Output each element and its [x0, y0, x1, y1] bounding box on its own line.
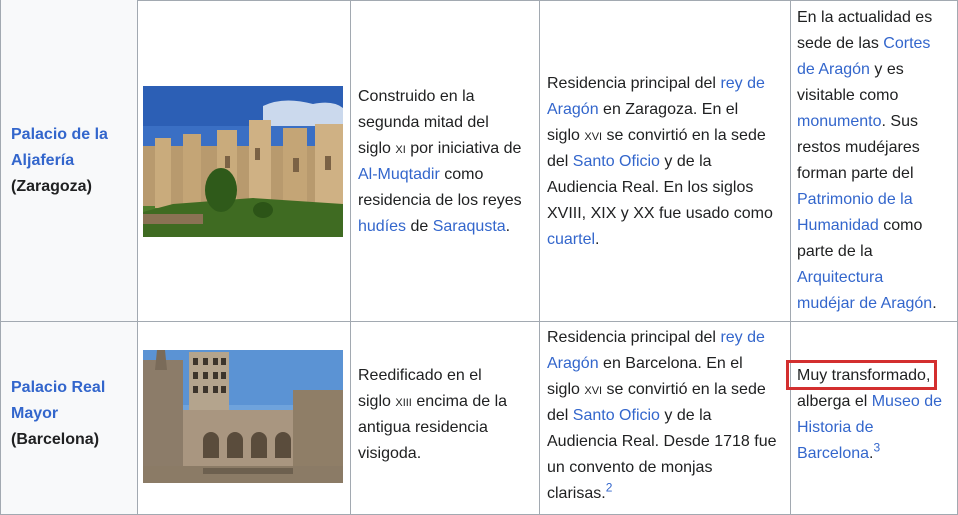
function-cell: Residencia principal del rey de Aragón e… [539, 322, 790, 515]
real-mayor-image [143, 350, 343, 483]
state-cell: En la actualidad es sede de las Cortes d… [790, 0, 958, 322]
hudies-link[interactable]: hudíes [358, 218, 406, 235]
state-line: parte de la [797, 243, 873, 260]
function-cell: Residencia principal del rey de Aragón e… [539, 0, 790, 322]
description-line: siglo xi por iniciativa de [358, 140, 522, 157]
museo-de-historia-link[interactable]: Museo de [872, 393, 942, 410]
mudejar-de-aragon-link[interactable]: mudéjar de Aragón [797, 295, 932, 312]
aragon-link[interactable]: Aragón [547, 101, 599, 118]
state-cell: Muy transformado, alberga el Museo de Hi… [790, 322, 958, 515]
century-numeral: xvi [584, 127, 603, 144]
arquitectura-link[interactable]: Arquitectura [797, 269, 883, 286]
function-line: Residencia principal del rey de [547, 75, 765, 92]
state-line: Barcelona.3 [797, 440, 881, 462]
function-line: Aragón en Barcelona. En el [547, 355, 743, 372]
function-line: del Santo Oficio y de la [547, 407, 712, 424]
state-line: En la actualidad es [797, 9, 933, 26]
function-line: siglo xvi se convirtió en la sede [547, 381, 766, 398]
barcelona-link[interactable]: Barcelona [797, 445, 869, 462]
function-line: XVIII, XIX y XX fue usado como [547, 205, 773, 222]
century-numeral: xi [395, 140, 406, 157]
description-cell: Reedificado en el siglo xiii encima de l… [350, 322, 539, 515]
name-cell: Palacio de la Aljafería (Zaragoza) [0, 0, 137, 322]
state-line: Patrimonio de la [797, 187, 937, 213]
name-cell: Palacio Real Mayor (Barcelona) [0, 322, 137, 515]
century-numeral: xvi [584, 381, 603, 398]
aljaferia-photo[interactable] [143, 86, 343, 237]
cuartel-link[interactable]: cuartel [547, 231, 595, 248]
function-line: Aragón en Zaragoza. En el [547, 101, 739, 118]
palace-link-real-mayor-2[interactable]: Mayor [11, 405, 58, 422]
function-line: Audiencia Real. En los siglos [547, 179, 754, 196]
state-line: de Aragón y es [797, 61, 904, 78]
state-line: mudéjar de Aragón. [797, 295, 937, 312]
image-cell [137, 0, 350, 322]
image-cell [137, 322, 350, 515]
state-line: alberga el Museo de [797, 393, 942, 410]
patrimonio-link[interactable]: Patrimonio de la [797, 191, 913, 208]
aljaferia-image [143, 86, 343, 237]
santo-oficio-link[interactable]: Santo Oficio [573, 153, 660, 170]
palace-link-aljaferia-2[interactable]: Aljafería [11, 152, 74, 169]
humanidad-link[interactable]: Humanidad [797, 217, 879, 234]
rey-de-aragon-link[interactable]: rey de [720, 329, 764, 346]
description-line: visigoda. [358, 445, 422, 462]
function-line: del Santo Oficio y de la [547, 153, 712, 170]
cortes-link[interactable]: Cortes [883, 35, 930, 52]
rey-de-aragon-link[interactable]: rey de [720, 75, 764, 92]
footnote-2-link[interactable]: 2 [606, 481, 613, 495]
description-line: Reedificado en el [358, 367, 482, 384]
function-line: cuartel. [547, 231, 600, 248]
description-line: siglo xiii encima de la [358, 393, 508, 410]
state-line: visitable como [797, 87, 899, 104]
description-line: segunda mitad del [358, 114, 489, 131]
footnote-3-link[interactable]: 3 [874, 441, 881, 455]
state-line: restos mudéjares [797, 139, 920, 156]
location-label: (Barcelona) [11, 431, 100, 448]
function-line: siglo xvi se convirtió en la sede [547, 127, 766, 144]
saraqusta-link[interactable]: Saraqusta [433, 218, 506, 235]
palace-link-real-mayor[interactable]: Palacio Real [11, 379, 105, 396]
description-cell: Construido en la segunda mitad del siglo… [350, 0, 539, 322]
state-line: Humanidad como [797, 217, 923, 234]
description-line: Al-Muqtadir como [358, 166, 484, 183]
aragon-link[interactable]: Aragón [547, 355, 599, 372]
function-line: Residencia principal del rey de [547, 329, 765, 346]
description-line: Construido en la [358, 88, 475, 105]
al-muqtadir-link[interactable]: Al-Muqtadir [358, 166, 440, 183]
cortes-de-aragon-link[interactable]: de Aragón [797, 61, 870, 78]
museo-de-historia-link-2[interactable]: Historia de [797, 419, 873, 436]
state-line: forman parte del [797, 165, 914, 182]
state-line: Arquitectura [797, 265, 937, 291]
location-label: (Zaragoza) [11, 178, 92, 195]
santo-oficio-link[interactable]: Santo Oficio [573, 407, 660, 424]
monuments-table: Palacio de la Aljafería (Zaragoza) Const… [0, 0, 958, 515]
monumento-link[interactable]: monumento [797, 113, 882, 130]
function-line: clarisas.2 [547, 480, 613, 502]
function-line: un convento de monjas [547, 459, 713, 476]
state-line: Muy transformado, [797, 367, 931, 384]
description-line: antigua residencia [358, 419, 488, 436]
century-numeral: xiii [395, 393, 412, 410]
description-line: hudíes de Saraqusta. [358, 218, 511, 235]
palace-link-aljaferia[interactable]: Palacio de la [11, 126, 108, 143]
state-line: Historia de [797, 415, 942, 441]
state-line: monumento. Sus [797, 113, 918, 130]
description-line: residencia de los reyes [358, 192, 522, 209]
state-line: sede de las Cortes [797, 35, 931, 52]
function-line: Audiencia Real. Desde 1718 fue [547, 433, 777, 450]
real-mayor-photo[interactable] [143, 350, 343, 483]
